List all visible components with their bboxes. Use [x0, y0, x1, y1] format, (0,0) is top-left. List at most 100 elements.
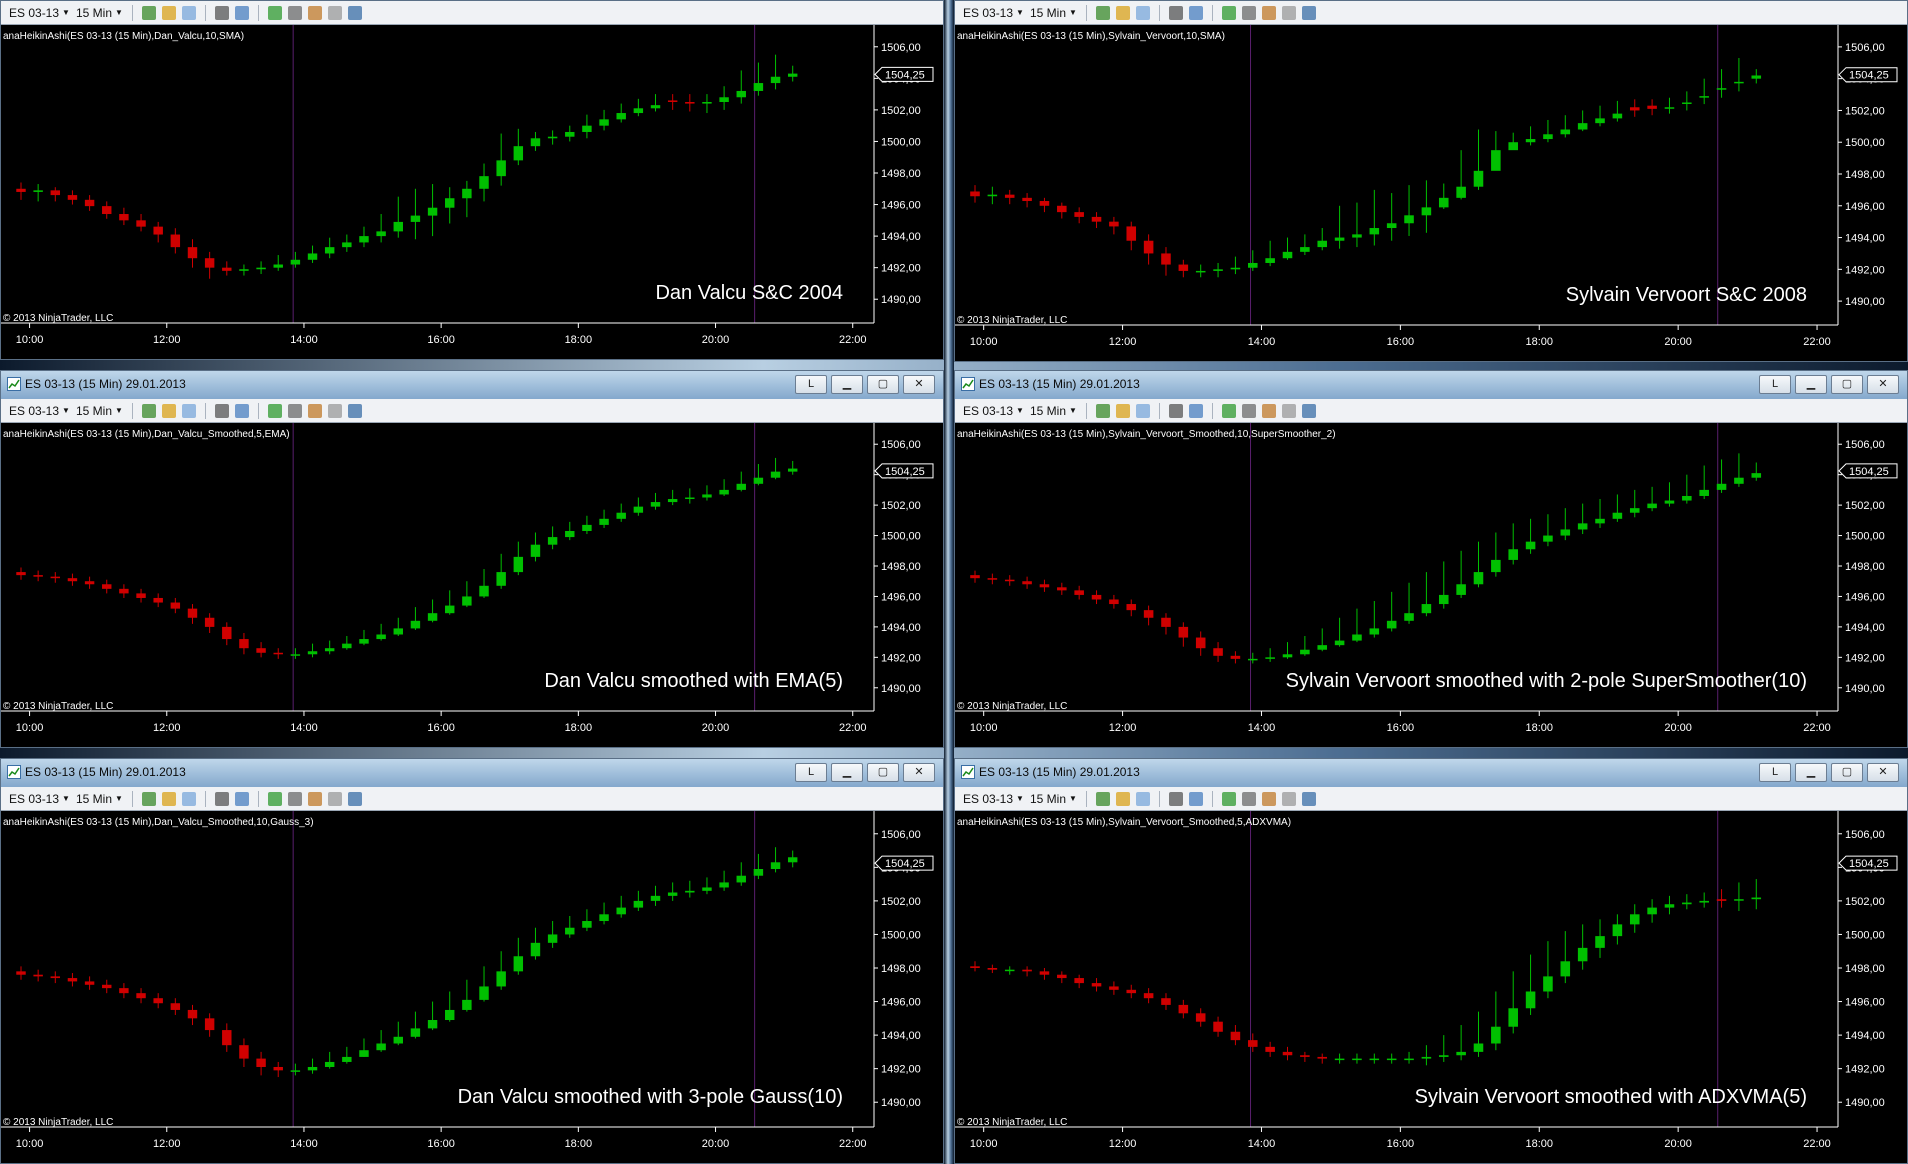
bar-type-icon[interactable]	[141, 791, 156, 806]
templates-icon[interactable]	[1301, 5, 1316, 20]
drawing-pencil-icon[interactable]	[1115, 791, 1130, 806]
instrument-selector[interactable]: ES 03-13 ▼	[9, 6, 70, 20]
bar-type-icon[interactable]	[1095, 5, 1110, 20]
crosshair-icon[interactable]	[1135, 5, 1150, 20]
chart-trader-icon[interactable]	[1261, 5, 1276, 20]
instrument-selector[interactable]: ES 03-13 ▼	[9, 792, 70, 806]
candle	[1560, 931, 1571, 984]
strategy-icon[interactable]	[1281, 5, 1296, 20]
data-box-icon[interactable]	[267, 5, 282, 20]
zoom-icon[interactable]	[1188, 791, 1203, 806]
drawing-pencil-icon[interactable]	[161, 5, 176, 20]
close-button[interactable]: ✕	[1867, 763, 1899, 782]
properties-icon[interactable]	[1241, 403, 1256, 418]
crosshair-icon[interactable]	[181, 791, 196, 806]
templates-icon[interactable]	[1301, 791, 1316, 806]
window-titlebar[interactable]: ES 03-13 (15 Min) 29.01.2013 L ▁ ▢ ✕	[1, 759, 943, 787]
candle	[67, 190, 78, 205]
zoom-icon[interactable]	[234, 5, 249, 20]
interval-selector[interactable]: 15 Min ▼	[76, 792, 123, 806]
interval-selector[interactable]: 15 Min ▼	[1030, 6, 1077, 20]
bar-type-icon[interactable]	[141, 5, 156, 20]
strategy-icon[interactable]	[327, 791, 342, 806]
candle	[1386, 193, 1397, 241]
interval-selector[interactable]: 15 Min ▼	[76, 6, 123, 20]
close-button[interactable]: ✕	[903, 763, 935, 782]
templates-icon[interactable]	[1301, 403, 1316, 418]
window-layout-button[interactable]: L	[795, 375, 827, 394]
instrument-selector[interactable]: ES 03-13 ▼	[963, 792, 1024, 806]
bar-type-icon[interactable]	[1095, 791, 1110, 806]
properties-icon[interactable]	[1241, 791, 1256, 806]
drawing-pencil-icon[interactable]	[161, 403, 176, 418]
chart-trader-icon[interactable]	[1261, 403, 1276, 418]
data-box-icon[interactable]	[267, 791, 282, 806]
chart-trader-icon[interactable]	[307, 5, 322, 20]
pointer-icon[interactable]	[214, 791, 229, 806]
minimize-button[interactable]: ▁	[1795, 375, 1827, 394]
templates-icon[interactable]	[347, 403, 362, 418]
chart-trader-icon[interactable]	[307, 791, 322, 806]
zoom-icon[interactable]	[1188, 5, 1203, 20]
close-button[interactable]: ✕	[1867, 375, 1899, 394]
instrument-selector[interactable]: ES 03-13 ▼	[9, 404, 70, 418]
data-box-icon[interactable]	[1221, 403, 1236, 418]
instrument-selector[interactable]: ES 03-13 ▼	[963, 6, 1024, 20]
window-layout-button[interactable]: L	[795, 763, 827, 782]
strategy-icon[interactable]	[1281, 403, 1296, 418]
data-box-icon[interactable]	[1221, 5, 1236, 20]
bar-type-icon[interactable]	[141, 403, 156, 418]
candle-body	[650, 105, 661, 109]
crosshair-icon[interactable]	[1135, 791, 1150, 806]
pointer-icon[interactable]	[214, 5, 229, 20]
templates-icon[interactable]	[347, 5, 362, 20]
maximize-button[interactable]: ▢	[1831, 375, 1863, 394]
interval-selector[interactable]: 15 Min ▼	[1030, 404, 1077, 418]
maximize-button[interactable]: ▢	[1831, 763, 1863, 782]
bar-type-icon[interactable]	[1095, 403, 1110, 418]
properties-icon[interactable]	[1241, 5, 1256, 20]
chart-trader-icon[interactable]	[1261, 791, 1276, 806]
properties-icon[interactable]	[287, 5, 302, 20]
properties-icon[interactable]	[287, 791, 302, 806]
pointer-icon[interactable]	[1168, 403, 1183, 418]
interval-selector[interactable]: 15 Min ▼	[1030, 792, 1077, 806]
candle	[1699, 892, 1709, 908]
pointer-icon[interactable]	[1168, 5, 1183, 20]
candle	[1508, 523, 1518, 565]
drawing-pencil-icon[interactable]	[161, 791, 176, 806]
close-button[interactable]: ✕	[903, 375, 935, 394]
maximize-button[interactable]: ▢	[867, 763, 899, 782]
zoom-icon[interactable]	[234, 791, 249, 806]
strategy-icon[interactable]	[327, 403, 342, 418]
chart-trader-icon[interactable]	[307, 403, 322, 418]
window-titlebar[interactable]: ES 03-13 (15 Min) 29.01.2013 L ▁ ▢ ✕	[1, 371, 943, 399]
data-box-icon[interactable]	[1221, 791, 1236, 806]
crosshair-icon[interactable]	[1135, 403, 1150, 418]
templates-icon[interactable]	[347, 791, 362, 806]
properties-icon[interactable]	[287, 403, 302, 418]
crosshair-icon[interactable]	[181, 5, 196, 20]
maximize-button[interactable]: ▢	[867, 375, 899, 394]
drawing-pencil-icon[interactable]	[1115, 5, 1130, 20]
candle	[1612, 100, 1623, 122]
strategy-icon[interactable]	[1281, 791, 1296, 806]
data-box-icon[interactable]	[267, 403, 282, 418]
minimize-button[interactable]: ▁	[1795, 763, 1827, 782]
pointer-icon[interactable]	[1168, 791, 1183, 806]
instrument-selector[interactable]: ES 03-13 ▼	[963, 404, 1024, 418]
crosshair-icon[interactable]	[181, 403, 196, 418]
candle-body	[376, 634, 386, 640]
strategy-icon[interactable]	[327, 5, 342, 20]
window-layout-button[interactable]: L	[1759, 763, 1791, 782]
minimize-button[interactable]: ▁	[831, 375, 863, 394]
drawing-pencil-icon[interactable]	[1115, 403, 1130, 418]
window-titlebar[interactable]: ES 03-13 (15 Min) 29.01.2013 L ▁ ▢ ✕	[955, 371, 1907, 399]
interval-selector[interactable]: 15 Min ▼	[76, 404, 123, 418]
window-titlebar[interactable]: ES 03-13 (15 Min) 29.01.2013 L ▁ ▢ ✕	[955, 759, 1907, 787]
zoom-icon[interactable]	[1188, 403, 1203, 418]
pointer-icon[interactable]	[214, 403, 229, 418]
window-layout-button[interactable]: L	[1759, 375, 1791, 394]
zoom-icon[interactable]	[234, 403, 249, 418]
minimize-button[interactable]: ▁	[831, 763, 863, 782]
